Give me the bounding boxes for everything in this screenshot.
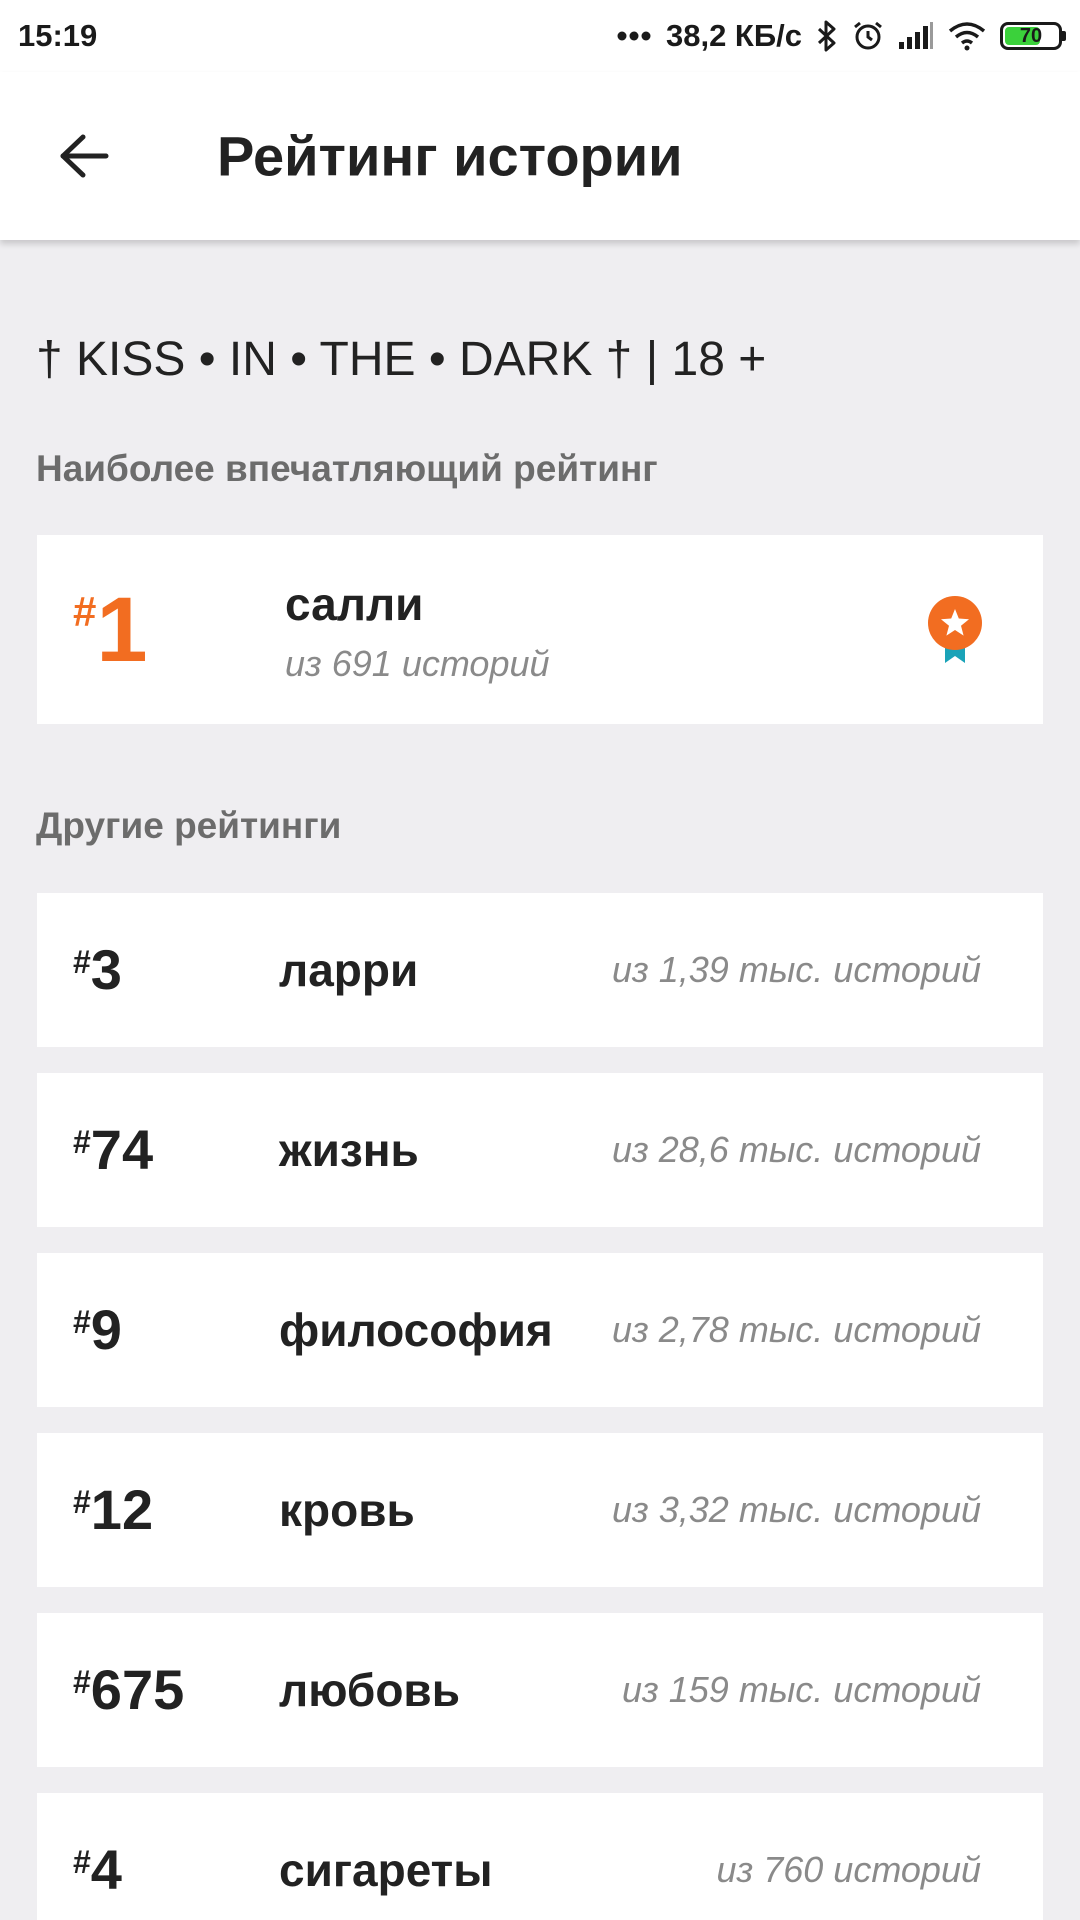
ranking-card-sigarety[interactable]: # 4 сигареты из 760 историй [37,1793,1043,1920]
ranking-card-zhizn[interactable]: # 74 жизнь из 28,6 тыс. историй [37,1073,1043,1227]
more-dots-icon [616,30,652,42]
rank-hash: # [73,1304,91,1340]
rank: # 3 [73,942,122,998]
status-icons: 38,2 КБ/с 70 [616,18,1066,54]
rank-count: из 28,6 тыс. историй [612,1129,981,1170]
rank-count: из 1,39 тыс. историй [612,949,981,990]
top-ranking-label: Наиболее впечатляющий рейтинг [36,448,658,489]
top-ranking-card[interactable]: # 1 салли из 691 историй [37,535,1043,724]
top-rank-count: из 691 историй [285,643,550,684]
app-bar: Рейтинг истории [0,72,1080,240]
rank: # 675 [73,1662,184,1718]
rank-tag: жизнь [279,1124,419,1176]
rank-count: из 2,78 тыс. историй [612,1309,981,1350]
rank-hash: # [73,1664,91,1700]
rank-number: 675 [90,1658,185,1721]
rank-tag: кровь [279,1484,415,1536]
alarm-icon [852,20,884,52]
top-rank: # 1 [73,584,148,676]
rank-tag: философия [279,1304,553,1356]
wifi-icon [948,21,986,51]
battery-icon: 70 [1000,22,1066,50]
rank-number: 12 [90,1478,154,1541]
back-button[interactable] [54,126,114,186]
rank: # 4 [73,1842,122,1898]
rank-hash: # [73,1844,91,1880]
ranking-card-krov[interactable]: # 12 кровь из 3,32 тыс. историй [37,1433,1043,1587]
rank-hash: # [73,1484,91,1520]
rank-hash: # [73,1124,91,1160]
top-rank-hash: # [73,587,97,635]
status-time: 15:19 [18,18,98,53]
rank-count: из 3,32 тыс. историй [612,1489,981,1530]
signal-icon [898,22,934,50]
page-title: Рейтинг истории [217,124,683,188]
bluetooth-icon [816,20,838,52]
rank-count: из 760 историй [716,1849,981,1890]
rank: # 9 [73,1302,122,1358]
ranking-card-filosofiya[interactable]: # 9 философия из 2,78 тыс. историй [37,1253,1043,1407]
rank-tag: ларри [279,944,419,996]
battery-level: 70 [1019,25,1043,47]
ranking-card-lyubov[interactable]: # 675 любовь из 159 тыс. историй [37,1613,1043,1767]
network-speed: 38,2 КБ/с [665,18,802,53]
rank-number: 9 [90,1298,122,1361]
ribbon-medal-icon [928,596,982,663]
status-bar: 15:19 38,2 КБ/с 70 [0,0,1080,72]
ranking-card-larri[interactable]: # 3 ларри из 1,39 тыс. историй [37,893,1043,1047]
rank-tag: любовь [279,1664,460,1716]
story-title: † KISS • IN • THE • DARK † | 18 + [36,333,767,386]
arrow-left-icon [60,134,109,178]
rank-number: 4 [90,1838,122,1901]
rank-count: из 159 тыс. историй [622,1669,981,1710]
rank: # 12 [73,1482,153,1538]
rank-number: 3 [90,938,122,1001]
top-rank-number: 1 [96,578,148,681]
top-rank-tag: салли [285,578,424,630]
rank-number: 74 [90,1118,154,1181]
rank-hash: # [73,944,91,980]
other-rankings-label: Другие рейтинги [36,805,342,846]
rank-tag: сигареты [279,1844,493,1896]
rank: # 74 [73,1122,153,1178]
